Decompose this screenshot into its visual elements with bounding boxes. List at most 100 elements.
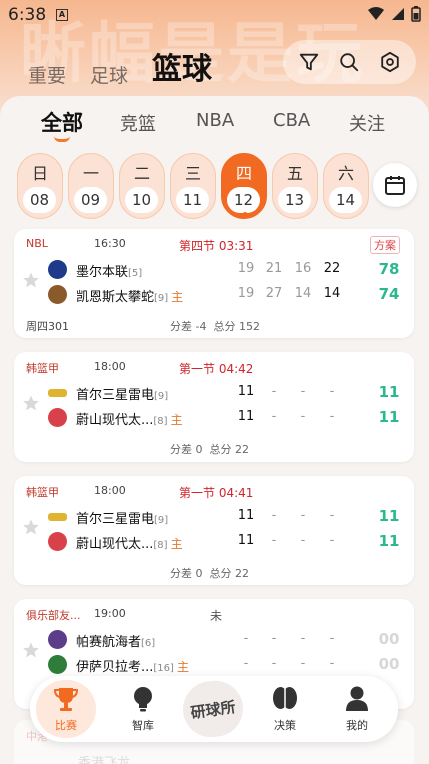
match-card[interactable]: NBL 16:30 第四节 03:31 方案 墨尔本联[5] 19 21 16 … (14, 229, 414, 338)
total-score: 11 (378, 408, 400, 426)
team-logo (48, 532, 67, 551)
plan-badge[interactable]: 方案 (370, 236, 400, 254)
trophy-icon (53, 688, 79, 711)
date-weekday: 五 (286, 164, 303, 183)
calendar-button[interactable] (373, 163, 417, 207)
date-item[interactable]: 五 13 (272, 153, 318, 219)
nav-profile[interactable]: 我的 (332, 684, 382, 733)
wifi-icon (368, 7, 384, 20)
team-name: 首尔三星雷电[9] (76, 388, 169, 403)
lightbulb-icon (134, 687, 152, 712)
match-status: 第一节 04:42 (179, 362, 254, 376)
quarter-score: 19 (237, 261, 255, 276)
date-weekday: 三 (184, 164, 201, 183)
tab-important[interactable]: 重要 (28, 61, 66, 88)
league-name: NBL (26, 237, 48, 250)
quarter-score: - (243, 631, 249, 646)
nav-matches[interactable]: 比赛 (41, 684, 91, 733)
team-row: 蔚山现代太...[8] 主 11 - - - 11 (48, 531, 408, 553)
date-item[interactable]: 一 09 (68, 153, 114, 219)
quarter-score: 11 (237, 533, 255, 548)
filter-tab-follow[interactable]: 关注 (349, 110, 385, 136)
team-logo (48, 513, 67, 521)
match-status: 未 (210, 609, 223, 623)
quarter-score: - (271, 409, 277, 424)
toolbar (283, 40, 416, 84)
match-time: 18:00 (94, 484, 126, 497)
quarter-score: 16 (294, 261, 312, 276)
quarter-score: - (329, 656, 335, 671)
total-score: 00 (378, 630, 400, 648)
league-name: 俱乐部友... (26, 609, 81, 622)
team-name: 凯恩斯太攀蛇[9] 主 (76, 290, 184, 305)
team-name: 蔚山现代太...[8] 主 (76, 413, 183, 428)
date-item-selected[interactable]: 四 12 (221, 153, 267, 219)
team-logo (48, 389, 67, 397)
nav-library[interactable]: 智库 (118, 684, 168, 733)
team-row: 首尔三星雷电[9] 11 - - - 11 (48, 382, 408, 404)
search-icon[interactable] (338, 51, 360, 73)
nav-label: 我的 (346, 719, 368, 732)
date-item[interactable]: 三 11 (170, 153, 216, 219)
favorite-star-icon[interactable] (22, 641, 40, 659)
match-card[interactable]: 韩篮甲 18:00 第一节 04:42 首尔三星雷电[9] 11 - - - 1… (14, 352, 414, 462)
status-time: 6:38 (8, 5, 47, 25)
total-score: 00 (378, 655, 400, 673)
match-code: 周四301 (26, 320, 69, 333)
total-score: 74 (378, 285, 400, 303)
quarter-score: - (300, 508, 306, 523)
total-score: 78 (378, 260, 400, 278)
status-icons (367, 6, 421, 22)
quarter-score: - (271, 631, 277, 646)
team-logo (48, 630, 67, 649)
filter-tab-jinglan[interactable]: 竞篮 (120, 110, 156, 136)
favorite-star-icon[interactable] (22, 518, 40, 536)
date-weekday: 二 (133, 164, 150, 183)
date-number: 13 (278, 187, 311, 213)
filter-tab-all[interactable]: 全部 (41, 107, 83, 137)
match-time: 18:00 (94, 360, 126, 373)
user-icon (346, 686, 368, 711)
total-score: 11 (378, 507, 400, 525)
nav-decision[interactable]: 决策 (260, 684, 310, 733)
team-row: 墨尔本联[5] 19 21 16 22 78 (48, 259, 408, 281)
quarter-score: 27 (265, 286, 283, 301)
quarter-score: - (329, 508, 335, 523)
settings-icon[interactable] (379, 51, 401, 73)
nav-research-logo[interactable]: 研球所 (179, 677, 247, 741)
team-row: 伊萨贝拉考...[16] 主 - - - - 00 (48, 654, 408, 676)
team-logo (48, 285, 67, 304)
brain-icon (273, 687, 297, 709)
calendar-icon (385, 176, 405, 195)
date-number: 09 (74, 187, 107, 213)
filter-tab-nba[interactable]: NBA (196, 110, 234, 131)
quarter-score: - (271, 508, 277, 523)
team-logo (48, 408, 67, 427)
date-number: 08 (23, 187, 56, 213)
date-item[interactable]: 六 14 (323, 153, 369, 219)
quarter-score: 19 (237, 286, 255, 301)
date-number: 11 (176, 187, 209, 213)
favorite-star-icon[interactable] (22, 394, 40, 412)
quarter-score: 14 (323, 286, 341, 301)
favorite-star-icon[interactable] (22, 271, 40, 289)
match-time: 19:00 (94, 607, 126, 620)
match-summary: 分差 0 总分 22 (170, 567, 249, 580)
tab-basketball[interactable]: 篮球 (152, 44, 213, 88)
quarter-score: - (300, 409, 306, 424)
quarter-score: 21 (265, 261, 283, 276)
quarter-score: - (243, 656, 249, 671)
match-card[interactable]: 韩篮甲 18:00 第一节 04:41 首尔三星雷电[9] 11 - - - 1… (14, 476, 414, 585)
team-name: 墨尔本联[5] (76, 265, 143, 280)
date-item[interactable]: 日 08 (17, 153, 63, 219)
filter-tab-cba[interactable]: CBA (273, 110, 310, 131)
date-weekday: 四 (235, 164, 252, 183)
quarter-score: 11 (237, 384, 255, 399)
date-weekday: 一 (82, 164, 99, 183)
team-row: 蔚山现代太...[8] 主 11 - - - 11 (48, 407, 408, 429)
date-item[interactable]: 二 10 (119, 153, 165, 219)
team-name: 香港飞龙 (78, 756, 131, 764)
tab-football[interactable]: 足球 (90, 61, 128, 88)
filter-icon[interactable] (298, 51, 320, 73)
team-name: 蔚山现代太...[8] 主 (76, 537, 183, 552)
